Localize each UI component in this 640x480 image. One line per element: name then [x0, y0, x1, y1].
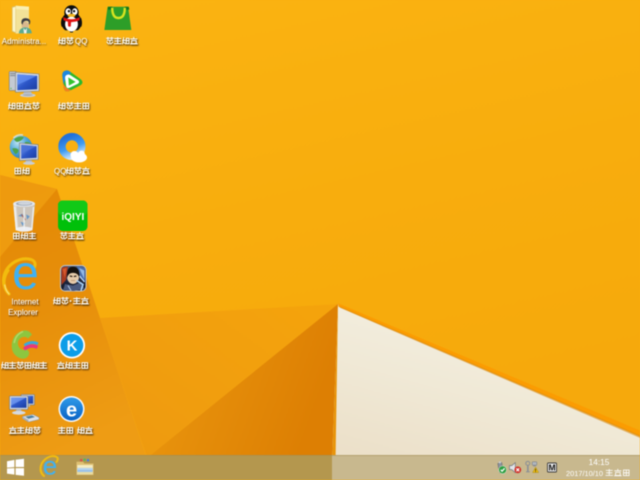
- svg-text:e: e: [43, 451, 57, 480]
- svg-text:14:15: 14:15: [589, 457, 610, 467]
- svg-text:e: e: [12, 247, 39, 300]
- svg-text:M: M: [548, 463, 555, 473]
- svg-text:e: e: [66, 399, 77, 421]
- svg-text:Administra...: Administra...: [2, 37, 46, 46]
- svg-text:Internet: Internet: [11, 298, 39, 307]
- svg-text:iQIYI: iQIYI: [62, 212, 85, 223]
- svg-text:K: K: [67, 338, 78, 355]
- svg-text:Explorer: Explorer: [8, 308, 38, 317]
- svg-text:2017/10/10: 2017/10/10: [566, 469, 603, 478]
- svg-text:QQ: QQ: [54, 167, 66, 176]
- svg-text:QQ: QQ: [75, 37, 87, 46]
